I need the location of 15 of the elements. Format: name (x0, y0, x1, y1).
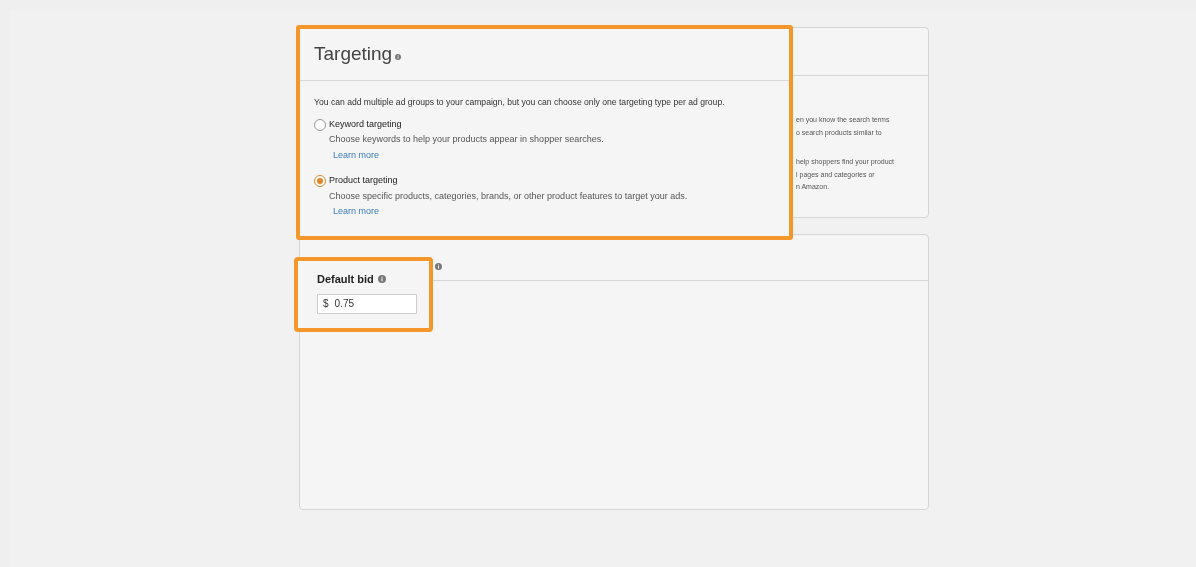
info-icon[interactable] (395, 53, 402, 60)
learn-more-link[interactable]: Learn more (333, 205, 380, 219)
radio-button[interactable] (314, 118, 326, 131)
info-icon[interactable] (377, 275, 386, 284)
field-label: Default bid (317, 272, 374, 287)
info-icon[interactable] (435, 263, 442, 271)
option-label: Keyword targeting (329, 117, 402, 131)
option-label: Product targeting (329, 174, 398, 188)
radio-button[interactable] (314, 175, 326, 188)
option-description: Choose specific products, categories, brands, or other product features to target your ads. (329, 189, 689, 203)
bid-input-field[interactable]: $ 0.75 (317, 293, 417, 314)
option-description: Choose keywords to help your products appear in shopper searches. (329, 133, 605, 147)
targeting-note: You can add multiple ad groups to your campaign, but you can choose only one targeting type per ad group. (314, 96, 726, 109)
panel-title: Targeting (314, 42, 393, 67)
learn-more-link[interactable]: Learn more (333, 148, 380, 163)
